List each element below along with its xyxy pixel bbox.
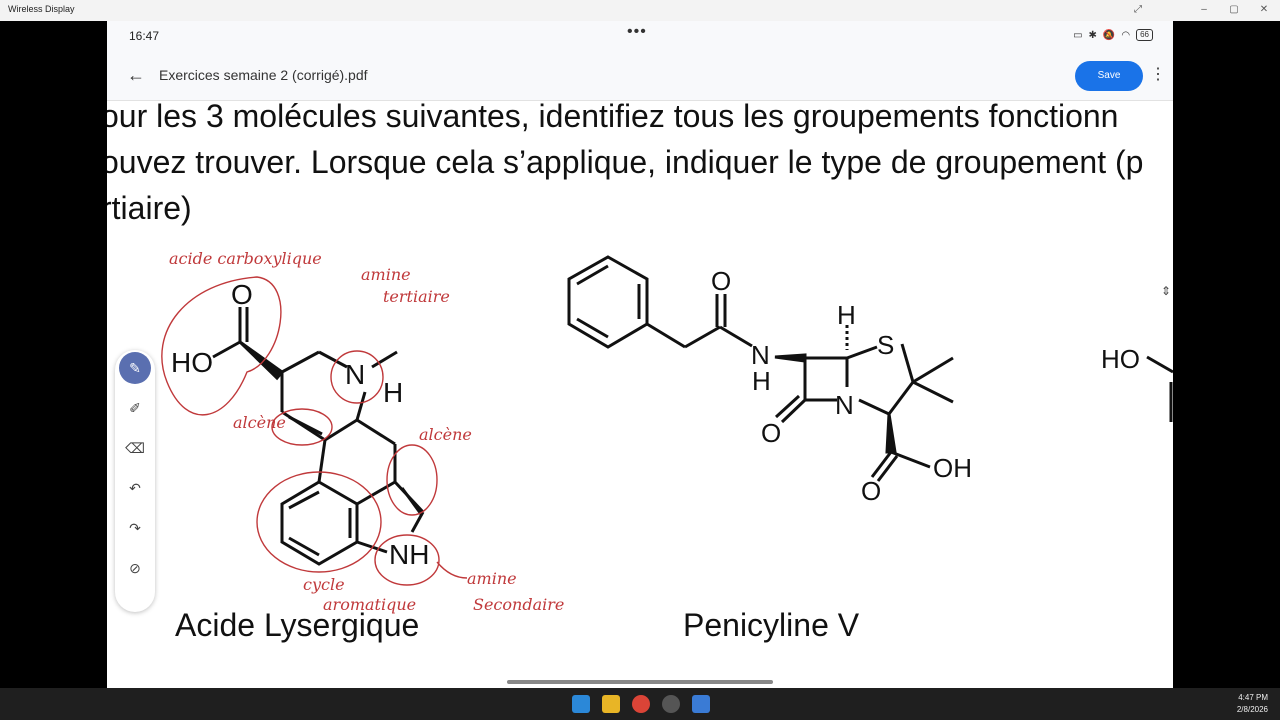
maximize-button[interactable]: ▢	[1226, 2, 1242, 18]
annot-amine-s2: Secondaire	[473, 595, 564, 614]
obs-icon[interactable]	[662, 695, 680, 713]
molecule2-name: Penicyline V	[683, 607, 860, 643]
molecule1-name: Acide Lysergique	[175, 607, 420, 643]
taskbar-date: 2/8/2026	[1236, 705, 1268, 714]
letterbox-left	[0, 21, 107, 688]
file-explorer-icon[interactable]	[602, 695, 620, 713]
redo-icon[interactable]: ↷	[119, 512, 151, 544]
minimize-button[interactable]: –	[1196, 2, 1212, 18]
bluetooth-icon: ✱	[1088, 29, 1097, 41]
status-time: 16:47	[129, 29, 160, 43]
wireless-display-icon[interactable]	[692, 695, 710, 713]
question-line-1: our les 3 molécules suivantes, identifie…	[107, 98, 1119, 134]
pen-o3-label: O	[861, 476, 881, 506]
document-title: Exercices semaine 2 (corrigé).pdf	[159, 67, 368, 83]
lys-h-label: H	[383, 377, 403, 408]
pen-o2-label: O	[761, 418, 781, 448]
windows-taskbar: 4:47 PM 2/8/2026	[0, 688, 1280, 720]
pen-oh-label: OH	[933, 453, 972, 483]
question-line-2: ouvez trouver. Lorsque cela s’applique, …	[107, 144, 1144, 180]
annotation-toolbar: ✎ ✐ ⌫ ↶ ↷ ⊘	[115, 350, 155, 612]
mol3-ho-label: HO	[1101, 344, 1140, 374]
window-titlebar: Wireless Display ⤢ – ▢ ✕	[0, 0, 1280, 21]
chrome-icon[interactable]	[632, 695, 650, 713]
back-arrow-icon[interactable]: ←	[125, 64, 147, 86]
molecule3-partial	[1146, 355, 1173, 422]
mute-icon: 🔕	[1102, 29, 1116, 41]
pen-tool-icon[interactable]: ✎	[119, 352, 151, 384]
app-bar: ← Exercices semaine 2 (corrigé).pdf Save…	[107, 51, 1173, 101]
letterbox-right	[1173, 21, 1280, 688]
eraser-tool-icon[interactable]: ⌫	[119, 432, 151, 464]
lys-ho-label: HO	[171, 347, 213, 378]
home-indicator[interactable]	[507, 680, 773, 684]
undo-icon[interactable]: ↶	[119, 472, 151, 504]
expand-icon[interactable]: ⤢	[1130, 2, 1146, 18]
lysergic-acid-structure	[212, 307, 425, 566]
wifi-icon: ◠	[1121, 29, 1131, 41]
annot-amine-t1: amine	[361, 265, 411, 284]
taskbar-time: 4:47 PM	[1238, 693, 1268, 702]
phone-screen: 16:47 ••• ▭ ✱ 🔕 ◠ 66 ← Exercices semaine…	[107, 21, 1173, 688]
cast-icon: ▭	[1073, 29, 1083, 41]
highlighter-tool-icon[interactable]: ✐	[119, 392, 151, 424]
more-vert-icon[interactable]: ⋮	[1150, 64, 1166, 86]
scroll-handle-icon[interactable]: ⇕	[1157, 284, 1173, 308]
lys-o-label: O	[231, 279, 253, 310]
save-button[interactable]: Save	[1075, 61, 1143, 91]
lys-n-label: N	[345, 359, 365, 390]
taskbar-clock[interactable]: 4:47 PM 2/8/2026	[1237, 692, 1268, 716]
pen-o1-label: O	[711, 266, 731, 296]
hide-annotations-icon[interactable]: ⊘	[119, 552, 151, 584]
annot-amine-t2: tertiaire	[383, 287, 450, 306]
annot-cycle1: cycle	[303, 575, 345, 594]
pen-h1-label: H	[752, 366, 771, 396]
annot-alkene1: alcène	[233, 413, 286, 432]
battery-icon: 66	[1136, 29, 1153, 41]
close-button[interactable]: ✕	[1256, 2, 1272, 18]
status-icons: ▭ ✱ 🔕 ◠ 66	[1073, 29, 1153, 41]
lys-nh-label: NH	[389, 539, 429, 570]
start-icon[interactable]	[572, 695, 590, 713]
status-dots: •••	[627, 23, 647, 40]
window-title: Wireless Display	[8, 4, 75, 14]
pen-n2-label: N	[835, 390, 854, 420]
annot-alkene2: alcène	[419, 425, 472, 444]
annot-amine-s1: amine	[467, 569, 517, 588]
annot-carboxylic: acide carboxylique	[169, 249, 322, 268]
pdf-page[interactable]: our les 3 molécules suivantes, identifie…	[107, 98, 1173, 688]
status-bar: 16:47 ••• ▭ ✱ 🔕 ◠ 66	[107, 21, 1173, 51]
pen-htop-label: H	[837, 300, 856, 330]
pen-s-label: S	[877, 330, 894, 360]
